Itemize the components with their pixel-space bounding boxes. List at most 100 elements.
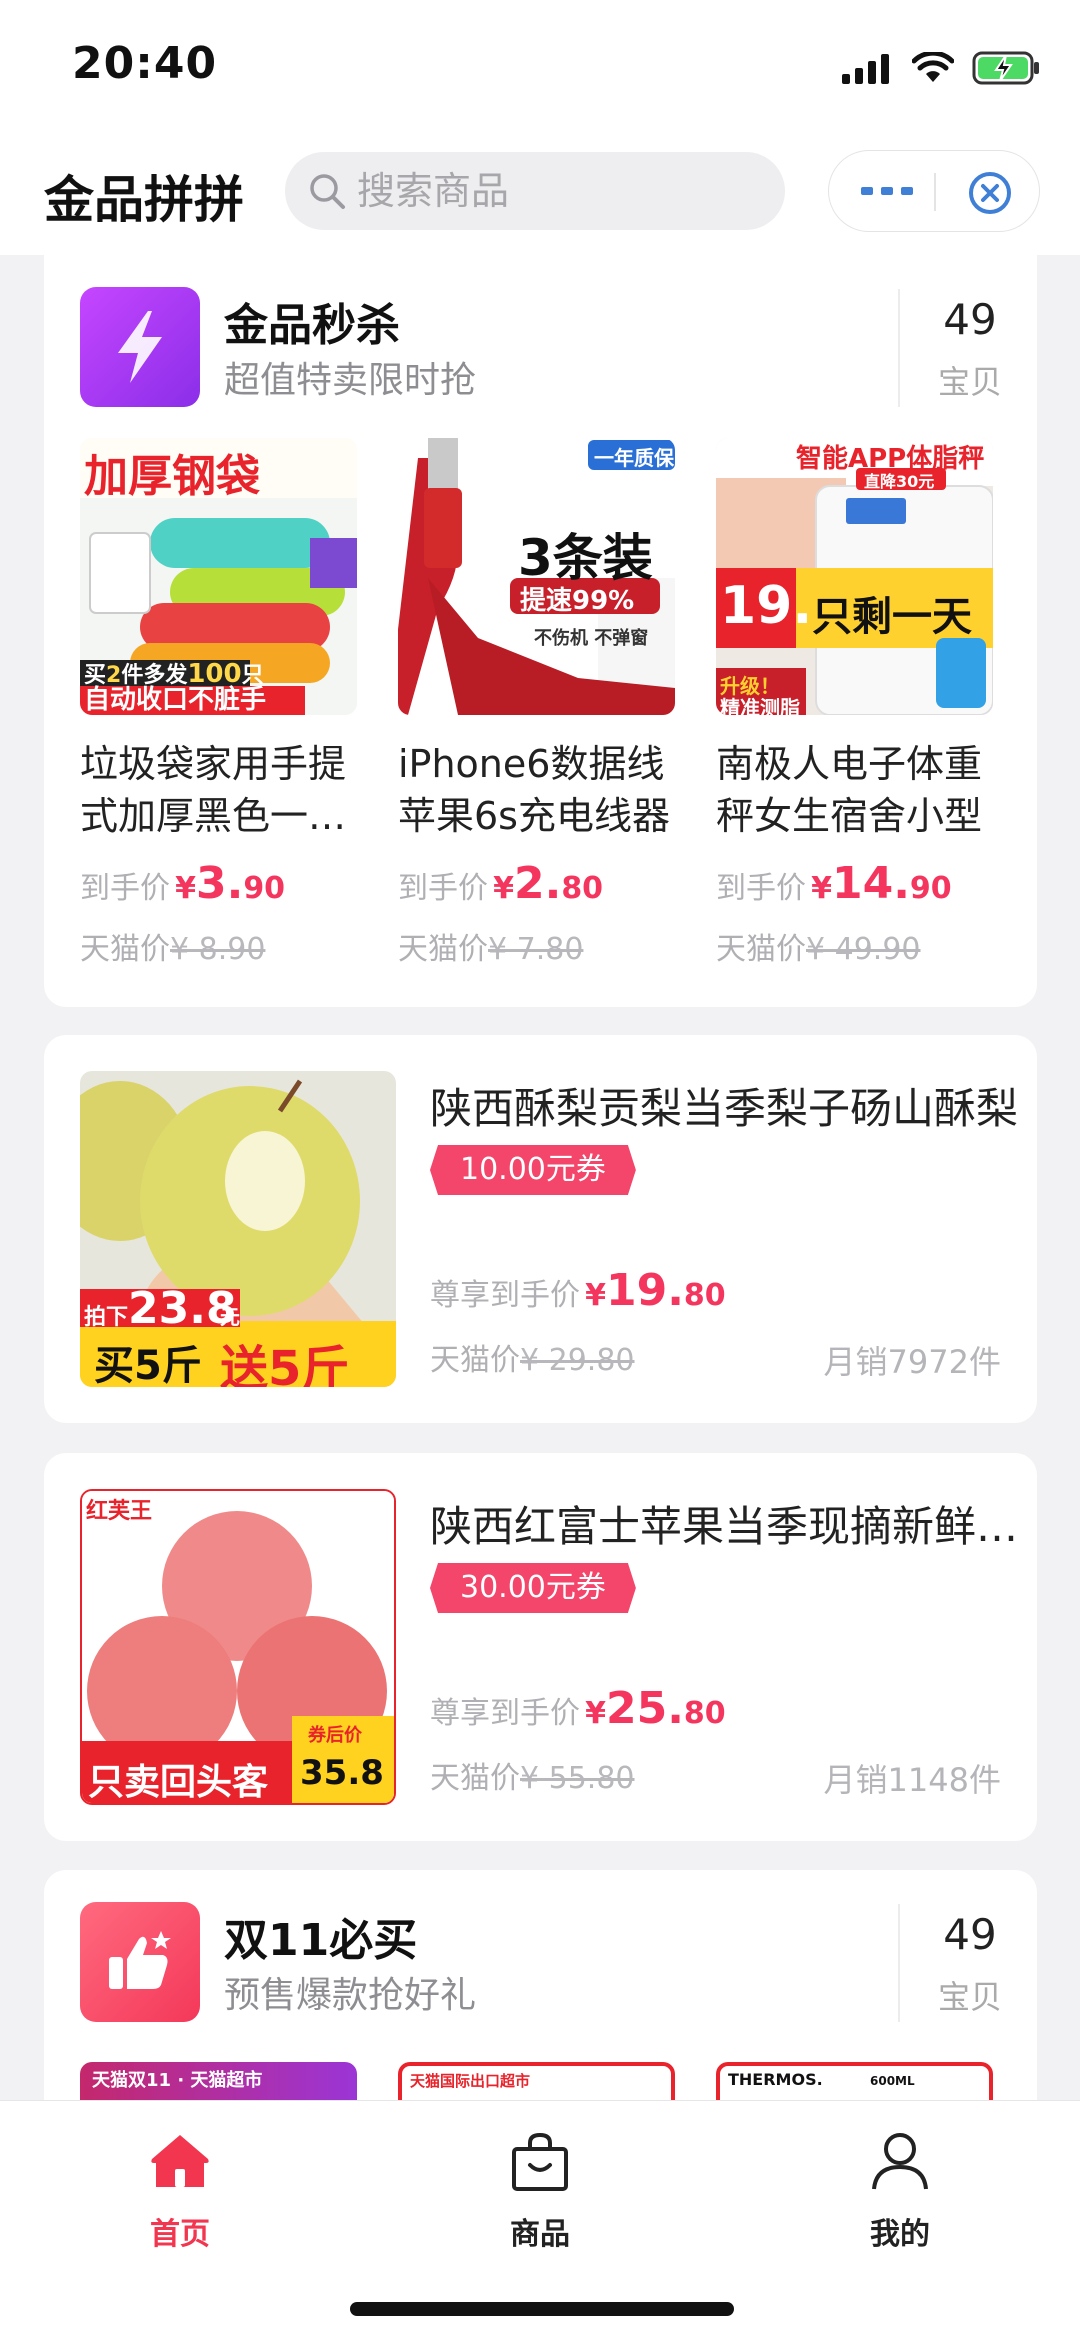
image-banner: 自动收口不脏手 (84, 685, 267, 715)
product-thumbnail[interactable]: 天猫国际出口超市 (398, 2062, 675, 2100)
price-label: 尊享到手价 (430, 1696, 580, 1731)
flash-item[interactable]: 加厚钢袋 买2件多发100只 自动收口不脏手 垃圾袋家用手提式加厚黑色一次性 到… (80, 438, 357, 978)
status-bar: 20:40 (0, 0, 1080, 130)
tab-home[interactable]: 首页 (90, 2123, 270, 2252)
product-card[interactable]: 红芙王 券后价 35.8 只卖回头客 陕西红富士苹果当季现摘新鲜水果 30.00… (44, 1453, 1037, 1841)
price-integer: 19. (605, 1265, 684, 1316)
price-decimal: 80 (561, 871, 604, 906)
section-subtitle: 预售爆款抢好礼 (224, 1975, 477, 2016)
product-image: 加厚钢袋 买2件多发100只 自动收口不脏手 (80, 438, 357, 715)
product-price: 到手价 ¥14.90 (716, 858, 952, 909)
original-price: 天猫价¥ 29.80 (430, 1335, 635, 1379)
thumbnail-text: 天猫国际出口超市 (410, 2072, 531, 2090)
image-measure: 精准测脂 (720, 696, 800, 715)
product-title: 陕西酥梨贡梨当季梨子砀山酥梨 (430, 1084, 1019, 1133)
price-integer: 25. (605, 1683, 684, 1734)
product-image: 红芙王 券后价 35.8 只卖回头客 (80, 1489, 396, 1805)
image-price: 19. (720, 576, 813, 636)
signal-icon (842, 54, 889, 84)
image-slogan: 只卖回头客 (88, 1762, 269, 1803)
original-price-value: ¥ 7.80 (488, 932, 584, 967)
flash-item[interactable]: 智能APP体脂秤 直降30元 19. 只剩一天 升级！ 精准测脂 南极人电子体重… (716, 438, 993, 978)
tab-mine[interactable]: 我的 (810, 2123, 990, 2252)
flash-item[interactable]: 一年质保 3条装 提速99% 不伤机 不弹窗 iPhone6数据线苹果6s充电线… (398, 438, 675, 978)
product-thumbnail[interactable]: THERMOS. 600ML (716, 2062, 993, 2100)
product-name: iPhone6数据线苹果6s充电线器 (398, 742, 670, 838)
section-title: 金品秒杀 (224, 300, 400, 351)
price-integer: 14. (831, 858, 910, 909)
product-thumbnail[interactable]: 天猫双11 · 天猫超市 (80, 2062, 357, 2100)
product-card[interactable]: 拍下 23.8 元 买5斤 送5斤 陕西酥梨贡梨当季梨子砀山酥梨 10.00元券… (44, 1035, 1037, 1423)
tab-goods[interactable]: 商品 (450, 2123, 630, 2252)
original-price: 天猫价¥ 7.80 (398, 924, 583, 968)
miniapp-capsule (828, 150, 1040, 232)
search-box[interactable] (285, 152, 785, 230)
home-icon (151, 2135, 209, 2187)
image-headline: 加厚钢袋 (84, 451, 260, 502)
price-label: 到手价 (80, 871, 170, 906)
coupon-badge: 30.00元券 (430, 1563, 636, 1613)
image-drop: 直降30元 (864, 472, 935, 491)
search-icon (310, 174, 345, 209)
image-speed: 提速99% (520, 586, 635, 616)
product-image: 智能APP体脂秤 直降30元 19. 只剩一天 升级！ 精准测脂 (716, 438, 993, 715)
wifi-icon (912, 52, 954, 82)
app-title: 金品拼拼 (44, 171, 244, 229)
original-price-value: ¥ 29.80 (520, 1343, 635, 1378)
shopping-bag-icon (512, 2132, 568, 2191)
image-countdown: 只剩一天 (812, 594, 972, 640)
search-input[interactable] (357, 169, 737, 213)
price-decimal: 90 (909, 871, 952, 906)
tab-label: 首页 (150, 2217, 210, 2252)
currency: ¥ (585, 1278, 606, 1313)
original-price-value: ¥ 55.80 (520, 1761, 635, 1796)
lightning-icon (80, 287, 200, 407)
price-integer: 2. (513, 858, 562, 909)
status-time: 20:40 (72, 38, 218, 89)
product-price: 到手价 ¥3.90 (80, 858, 285, 909)
more-dots-icon[interactable] (859, 179, 915, 203)
product-name: 南极人电子体重秤女生宿舍小型 (716, 742, 983, 838)
price-decimal: 80 (683, 1696, 726, 1731)
section-subtitle: 超值特卖限时抢 (224, 360, 477, 401)
image-label: 拍下 (84, 1305, 129, 1330)
image-send: 送5斤 (220, 1341, 350, 1387)
original-price-label: 天猫价 (398, 932, 488, 967)
original-price: 天猫价¥ 49.90 (716, 924, 921, 968)
capsule-divider (934, 173, 936, 211)
double11-section: 双11必买 预售爆款抢好礼 49 宝贝 天猫双11 · 天猫超市 天猫国际出口超… (44, 1870, 1037, 2100)
original-price-label: 天猫价 (430, 1343, 520, 1378)
flash-sale-section: 金品秒杀 超值特卖限时抢 49 宝贝 加厚钢袋 买2件多发100只 自动收口不脏… (44, 255, 1037, 1007)
item-count-label: 宝贝 (937, 363, 1002, 401)
double11-header[interactable]: 双11必买 预售爆款抢好礼 49 宝贝 (80, 1898, 1002, 2024)
product-price: 到手价 ¥2.80 (398, 858, 603, 909)
tab-label: 商品 (510, 2217, 570, 2252)
product-name: 垃圾袋家用手提式加厚黑色一次性 (80, 742, 347, 838)
currency: ¥ (585, 1696, 606, 1731)
monthly-sales: 月销1148件 (823, 1761, 1001, 1799)
original-price: 天猫价¥ 55.80 (430, 1753, 635, 1797)
tab-label: 我的 (870, 2217, 930, 2252)
price-label: 到手价 (716, 871, 806, 906)
product-image: 拍下 23.8 元 买5斤 送5斤 (80, 1071, 396, 1387)
home-indicator (350, 2302, 734, 2316)
status-icons (842, 48, 1042, 88)
image-tag: 一年质保 (594, 446, 674, 470)
price-label: 到手价 (398, 871, 488, 906)
header: 金品拼拼 (0, 130, 1080, 255)
section-title: 双11必买 (224, 1915, 418, 1966)
price-decimal: 90 (243, 871, 286, 906)
product-image: 一年质保 3条装 提速99% 不伤机 不弹窗 (398, 438, 675, 715)
flash-sale-header[interactable]: 金品秒杀 超值特卖限时抢 49 宝贝 (80, 283, 1002, 409)
close-miniapp-icon[interactable] (966, 169, 1014, 217)
price-integer: 3. (195, 858, 244, 909)
thumbnail-subtext: 600ML (870, 2074, 915, 2088)
original-price-value: ¥ 8.90 (170, 932, 266, 967)
original-price-label: 天猫价 (80, 932, 170, 967)
item-count: 49 (943, 1910, 997, 1959)
price-label: 尊享到手价 (430, 1278, 580, 1313)
thumbs-up-icon (80, 1902, 200, 2022)
item-count: 49 (943, 295, 997, 344)
double11-items: 天猫双11 · 天猫超市 天猫国际出口超市 THERMOS. 600ML (80, 2062, 1000, 2100)
original-price-label: 天猫价 (430, 1761, 520, 1796)
